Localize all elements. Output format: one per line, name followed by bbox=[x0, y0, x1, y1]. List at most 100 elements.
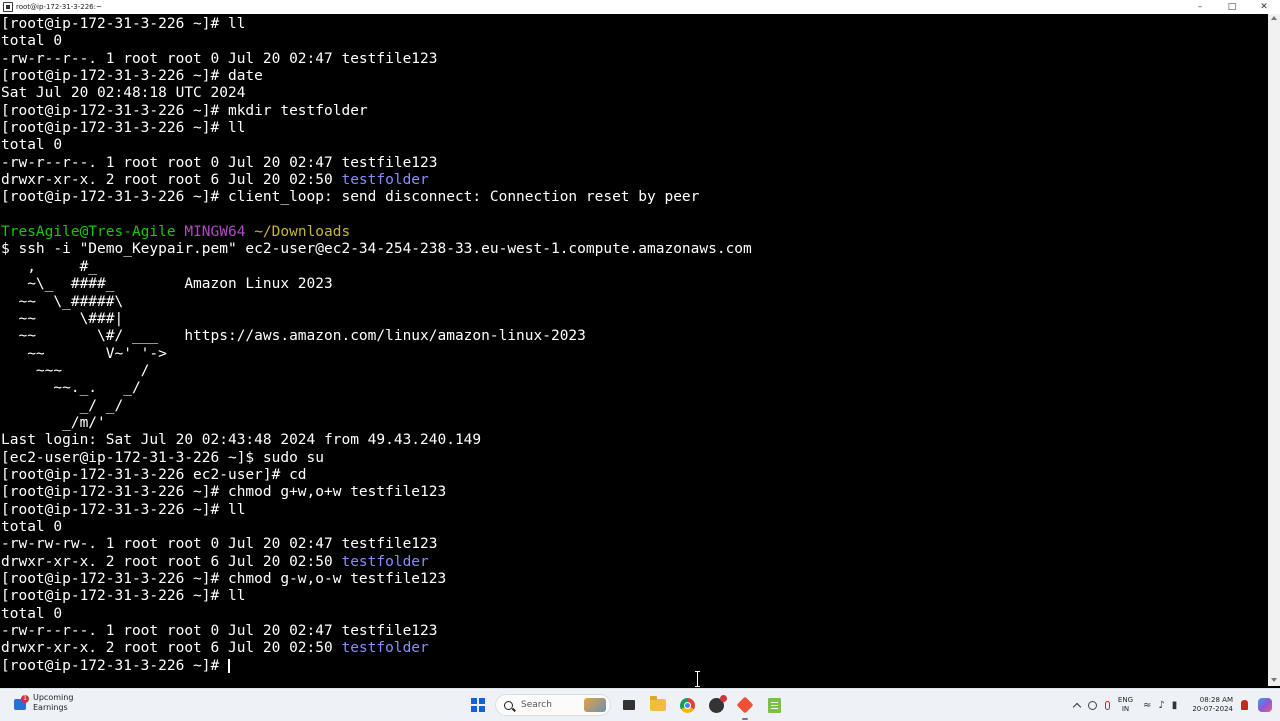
terminal-line: $ ssh -i "Demo_Keypair.pem" ec2-user@ec2… bbox=[1, 241, 752, 258]
terminal-line: [root@ip-172-31-3-226 ~]# client_loop: s… bbox=[1, 189, 700, 206]
clock-time: 08:28 AM bbox=[1199, 696, 1233, 704]
terminal-line: total 0 bbox=[1, 33, 63, 50]
file-explorer-button[interactable] bbox=[646, 693, 670, 717]
terminal-line: ~~ \#/ ___ https://aws.amazon.com/linux/… bbox=[1, 328, 586, 345]
terminal-line: [root@ip-172-31-3-226 ~]# ll bbox=[1, 588, 246, 605]
language-code: ENG bbox=[1117, 696, 1134, 704]
terminal-line: drwxr-xr-x. 2 root root 6 Jul 20 02:50 t… bbox=[0, 640, 1268, 657]
minimize-button[interactable]: – bbox=[1184, 0, 1216, 14]
taskbar: 1 Upcoming Earnings Search ENG IN ≈ ♪ ▮ … bbox=[0, 688, 1280, 721]
scroll-up-icon[interactable] bbox=[1271, 16, 1277, 20]
microphone-button[interactable] bbox=[1104, 700, 1110, 710]
terminal-scrollbar[interactable] bbox=[1268, 14, 1280, 686]
terminal-line: drwxr-xr-x. 2 root root 6 Jul 20 02:50 t… bbox=[0, 172, 1268, 189]
terminal-line: [root@ip-172-31-3-226 ~]# chmod g+w,o+w … bbox=[1, 484, 447, 501]
terminal-line: , #_ bbox=[1, 258, 98, 275]
recorder-button[interactable] bbox=[704, 693, 728, 717]
battery-icon: ▮ bbox=[1171, 699, 1178, 711]
file-explorer-icon bbox=[650, 696, 666, 711]
terminal-line-text: drwxr-xr-x. 2 root root 6 Jul 20 02:50 bbox=[1, 640, 342, 657]
notification-badge: 1 bbox=[21, 695, 29, 703]
language-indicator[interactable]: ENG IN bbox=[1118, 696, 1133, 714]
terminal-line: -rw-r--r--. 1 root root 0 Jul 20 02:47 t… bbox=[1, 623, 438, 640]
window-title: root@ip-172-31-3-226:~ bbox=[16, 3, 102, 11]
terminal-line: -rw-rw-rw-. 1 root root 0 Jul 20 02:47 t… bbox=[1, 536, 438, 553]
terminal-line: ~~ V~' '-> bbox=[1, 345, 167, 362]
close-button[interactable]: ✕ bbox=[1248, 0, 1280, 14]
terminal-line: -rw-r--r--. 1 root root 0 Jul 20 02:47 t… bbox=[1, 50, 438, 67]
prompt-path: ~/Downloads bbox=[254, 224, 351, 241]
terminal-line: ~~._. _/ bbox=[1, 380, 141, 397]
copilot-icon[interactable] bbox=[1258, 698, 1272, 712]
task-view-icon bbox=[623, 700, 635, 710]
terminal-line: [root@ip-172-31-3-226 ~]# mkdir testfold… bbox=[1, 102, 368, 119]
clock[interactable]: 08:28 AM 20-07-2024 bbox=[1192, 696, 1233, 714]
terminal-line: Sat Jul 20 02:48:18 UTC 2024 bbox=[1, 85, 246, 102]
directory-name: testfolder bbox=[341, 172, 429, 189]
terminal-line: [root@ip-172-31-3-226 ~]# ll bbox=[1, 16, 246, 32]
scroll-down-icon[interactable] bbox=[1271, 678, 1277, 682]
news-widget[interactable]: 1 Upcoming Earnings bbox=[12, 693, 73, 713]
directory-name: testfolder bbox=[341, 553, 429, 570]
recorder-icon bbox=[708, 694, 727, 713]
news-widget-title: Upcoming bbox=[33, 693, 74, 702]
window-titlebar: root@ip-172-31-3-226:~ – □ ✕ bbox=[0, 0, 1280, 14]
prompt-shell-name: MINGW64 bbox=[184, 224, 246, 241]
terminal-line: _/m/' bbox=[1, 414, 106, 431]
tray-app-button[interactable] bbox=[1087, 700, 1097, 710]
search-highlight-icon bbox=[584, 698, 606, 712]
chrome-button[interactable] bbox=[675, 693, 699, 717]
start-button[interactable] bbox=[466, 693, 490, 717]
i-beam-cursor-icon bbox=[695, 671, 701, 687]
terminal-app-icon bbox=[3, 2, 13, 12]
terminal-line: Last login: Sat Jul 20 02:43:48 2024 fro… bbox=[1, 432, 482, 449]
search-icon bbox=[504, 700, 513, 710]
terminal-line: ~~ \_#####\ bbox=[1, 293, 124, 310]
terminal-line: total 0 bbox=[1, 605, 63, 622]
terminal-line: [root@ip-172-31-3-226 ~]# chmod g-w,o-w … bbox=[1, 571, 447, 587]
volume-icon: ♪ bbox=[1158, 699, 1165, 711]
task-view-button[interactable] bbox=[617, 693, 641, 717]
terminal-line-text: drwxr-xr-x. 2 root root 6 Jul 20 02:50 bbox=[1, 172, 342, 189]
clock-date: 20-07-2024 bbox=[1192, 705, 1233, 713]
taskbar-search[interactable]: Search bbox=[495, 694, 611, 716]
windows-start-icon bbox=[471, 698, 485, 712]
terminal-line: [ec2-user@ip-172-31-3-226 ~]$ sudo su bbox=[1, 449, 325, 466]
window-controls: – □ ✕ bbox=[1184, 0, 1280, 14]
prompt-user-host: TresAgile@Tres-Agile bbox=[1, 224, 176, 241]
search-label: Search bbox=[521, 700, 552, 710]
terminal-line: ~\_ ####_ Amazon Linux 2023 bbox=[1, 276, 333, 293]
directory-name: testfolder bbox=[341, 640, 429, 657]
maximize-button[interactable]: □ bbox=[1216, 0, 1248, 14]
terminal-line: drwxr-xr-x. 2 root root 6 Jul 20 02:50 t… bbox=[0, 554, 1268, 571]
onedrive-icon bbox=[1087, 700, 1097, 710]
terminal-line: ~~~ / bbox=[1, 362, 150, 379]
terminal-current-prompt[interactable]: [root@ip-172-31-3-226 ~]# bbox=[0, 658, 1268, 675]
system-tray: ENG IN ≈ ♪ ▮ 08:28 AM 20-07-2024 bbox=[1072, 689, 1280, 721]
terminal-output[interactable]: [root@ip-172-31-3-226 ~]# ll total 0 -rw… bbox=[0, 16, 1268, 686]
text-cursor bbox=[227, 658, 230, 673]
shell-prompt: TresAgile@Tres-Agile MINGW64 ~/Downloads bbox=[0, 224, 1268, 241]
region-code: IN bbox=[1121, 705, 1130, 713]
git-icon bbox=[736, 696, 754, 714]
terminal-line-text: drwxr-xr-x. 2 root root 6 Jul 20 02:50 bbox=[1, 553, 342, 570]
terminal-line: -rw-r--r--. 1 root root 0 Jul 20 02:47 t… bbox=[1, 154, 438, 171]
terminal-line: [root@ip-172-31-3-226 ~]# ll bbox=[1, 501, 246, 518]
chevron-up-icon bbox=[1072, 702, 1082, 711]
git-bash-button[interactable] bbox=[733, 693, 757, 720]
notepad-icon bbox=[767, 697, 781, 713]
news-widget-subtitle: Earnings bbox=[33, 703, 68, 712]
terminal-line: total 0 bbox=[1, 518, 63, 535]
notification-bell-icon[interactable] bbox=[1241, 700, 1248, 710]
microphone-icon bbox=[1104, 700, 1110, 710]
terminal-line: total 0 bbox=[1, 137, 63, 154]
taskbar-apps: Search bbox=[466, 693, 791, 720]
notepad-button[interactable] bbox=[762, 693, 786, 717]
chrome-icon bbox=[679, 697, 695, 713]
terminal-line-text: [root@ip-172-31-3-226 ~]# bbox=[1, 657, 228, 674]
show-hidden-icons-button[interactable] bbox=[1072, 701, 1082, 711]
terminal-line: [root@ip-172-31-3-226 ~]# date bbox=[1, 68, 263, 85]
quick-settings[interactable]: ≈ ♪ ▮ bbox=[1143, 700, 1184, 711]
terminal-line: [root@ip-172-31-3-226 ec2-user]# cd bbox=[1, 466, 307, 483]
